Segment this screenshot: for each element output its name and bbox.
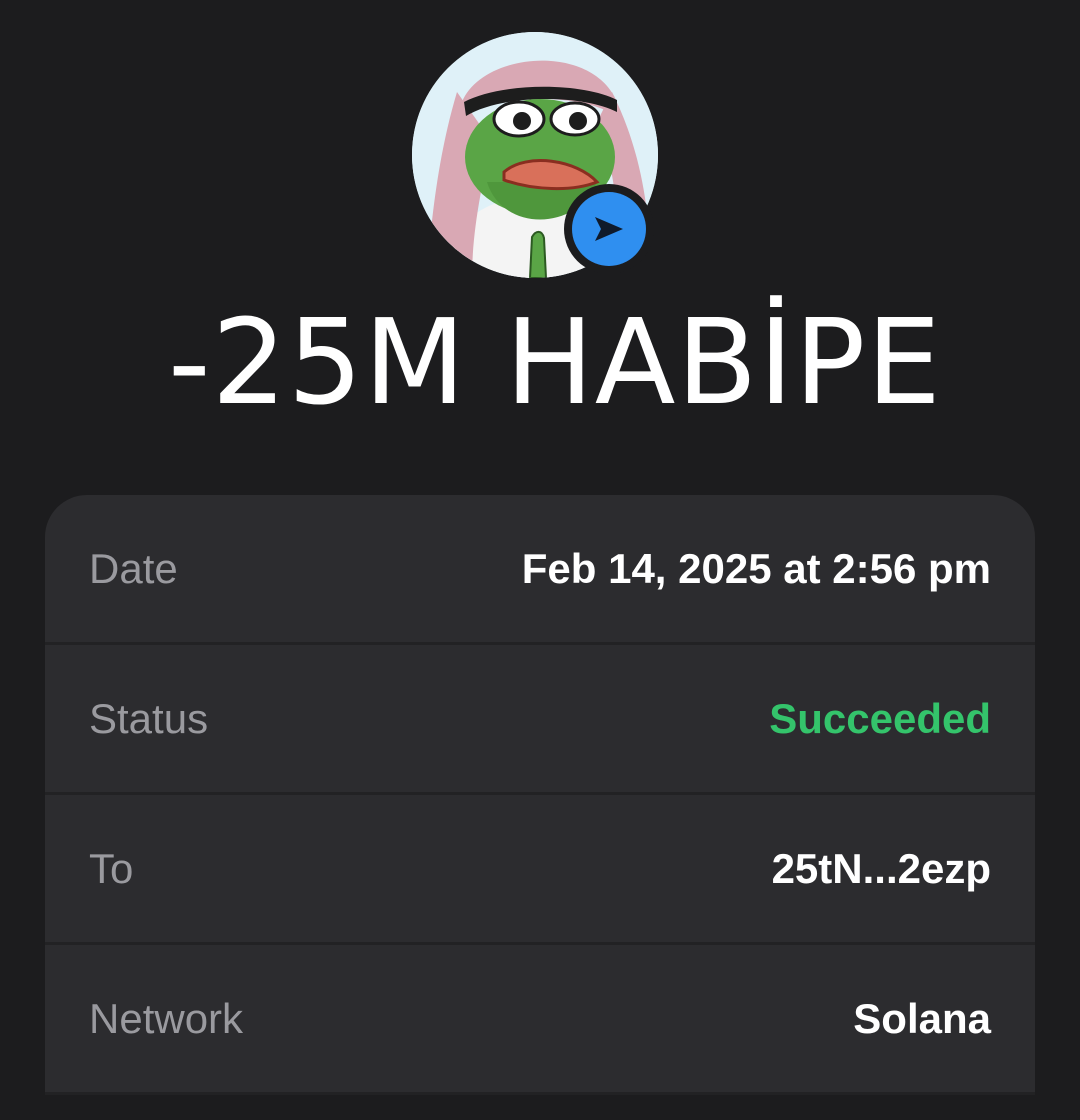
network-value: Solana — [853, 994, 991, 1042]
send-arrow-icon — [572, 192, 646, 266]
detail-row-date: Date Feb 14, 2025 at 2:56 pm — [45, 495, 1035, 645]
transaction-amount: -25M HABİPE — [0, 292, 1080, 432]
detail-row-network: Network Solana — [45, 945, 1035, 1095]
detail-row-to[interactable]: To 25tN...2ezp — [45, 795, 1035, 945]
transaction-details-card: Date Feb 14, 2025 at 2:56 pm Status Succ… — [45, 495, 1035, 1095]
to-address-value[interactable]: 25tN...2ezp — [772, 845, 991, 893]
date-value: Feb 14, 2025 at 2:56 pm — [521, 544, 991, 592]
network-label: Network — [89, 994, 244, 1042]
token-symbol: HABİPE — [505, 293, 942, 431]
detail-row-status: Status Succeeded — [45, 645, 1035, 795]
to-label: To — [89, 844, 134, 892]
amount-value: -25M — [168, 293, 467, 431]
date-label: Date — [89, 544, 178, 592]
token-avatar — [412, 32, 658, 278]
send-badge — [564, 184, 654, 274]
status-value: Succeeded — [769, 694, 991, 742]
status-label: Status — [89, 694, 209, 742]
